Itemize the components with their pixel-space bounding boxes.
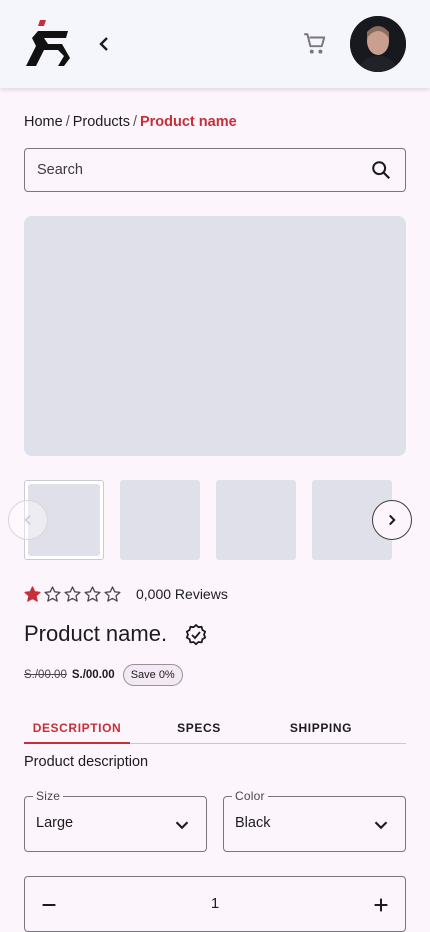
breadcrumb-current: Product name <box>139 114 237 130</box>
thumbnail-3[interactable] <box>216 480 296 560</box>
verified-badge-icon <box>184 623 208 647</box>
carousel-prev-button[interactable] <box>8 500 48 540</box>
search-input[interactable] <box>37 162 369 178</box>
size-select[interactable]: Size Large <box>24 789 207 852</box>
cart-icon[interactable] <box>302 31 328 57</box>
product-rating: 0,000 Reviews <box>22 584 228 604</box>
product-main-image <box>24 216 406 456</box>
chevron-left-icon <box>24 514 31 526</box>
current-price: S./00.00 <box>71 669 115 681</box>
chevron-down-icon <box>369 813 393 837</box>
breadcrumb: Home / Products / Product name <box>24 114 237 130</box>
reviews-count[interactable]: 0,000 Reviews <box>136 586 228 602</box>
color-select[interactable]: Color Black <box>223 789 406 852</box>
old-price: S./00.00 <box>24 669 67 681</box>
size-value: Large <box>36 815 74 831</box>
active-tab-indicator <box>24 742 130 744</box>
app-bar <box>0 0 430 88</box>
user-avatar[interactable] <box>350 16 406 72</box>
quantity-stepper: 1 <box>24 876 406 932</box>
chevron-down-icon <box>170 813 194 837</box>
tab-description[interactable]: DESCRIPTION <box>24 712 130 744</box>
plus-icon[interactable] <box>369 893 393 917</box>
star-outline-icon[interactable] <box>62 584 82 604</box>
color-value: Black <box>235 815 271 831</box>
thumbnail-2[interactable] <box>120 480 200 560</box>
quantity-value[interactable]: 1 <box>25 895 405 912</box>
star-outline-icon[interactable] <box>82 584 102 604</box>
product-name: Product name. <box>24 621 168 646</box>
tab-specs[interactable]: SPECS <box>146 712 252 744</box>
thumbnail-carousel <box>24 480 406 560</box>
save-badge: Save 0% <box>122 664 183 686</box>
color-label: Color <box>232 789 268 803</box>
tab-shipping[interactable]: SHIPPING <box>268 712 374 744</box>
product-description: Product description <box>24 754 149 770</box>
star-filled-icon[interactable] <box>22 584 42 604</box>
chevron-left-icon[interactable] <box>92 32 116 56</box>
search-box <box>24 148 406 192</box>
breadcrumb-home[interactable]: Home <box>24 114 63 130</box>
breadcrumb-separator: / <box>65 114 70 130</box>
breadcrumb-separator: / <box>132 114 137 130</box>
search-icon[interactable] <box>369 158 393 182</box>
brand-logo[interactable] <box>22 18 72 70</box>
star-rating[interactable] <box>22 584 122 604</box>
carousel-next-button[interactable] <box>372 500 412 540</box>
product-tabs: DESCRIPTION SPECS SHIPPING <box>24 712 406 744</box>
star-outline-icon[interactable] <box>42 584 62 604</box>
size-label: Size <box>33 789 64 803</box>
breadcrumb-products[interactable]: Products <box>73 114 130 130</box>
price-row: S./00.00 S./00.00 Save 0% <box>24 664 183 686</box>
chevron-right-icon <box>389 514 396 526</box>
star-outline-icon[interactable] <box>102 584 122 604</box>
